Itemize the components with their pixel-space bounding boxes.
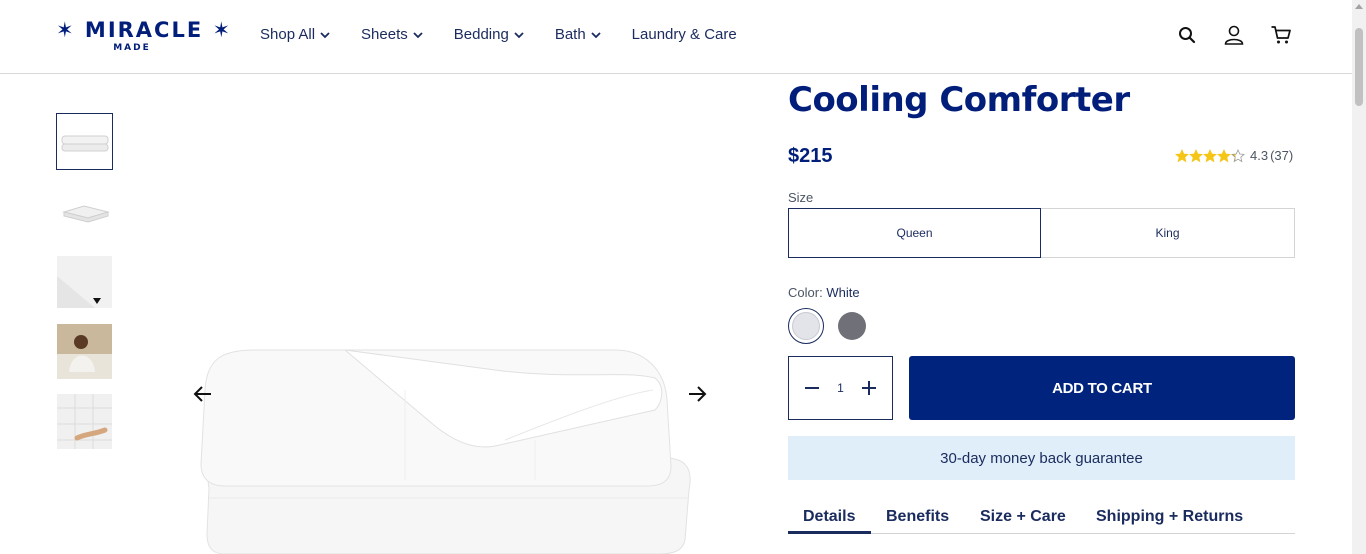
tab-shipping-returns[interactable]: Shipping + Returns [1096,508,1243,526]
star-icon [1217,148,1231,162]
search-button[interactable] [1174,22,1200,48]
brand-logo-sub: MADE [113,43,151,53]
comforter-folded-image [61,135,108,151]
star-icon [1231,148,1245,162]
color-value: White [826,285,860,300]
tab-details[interactable]: Details [803,508,855,526]
product-price: $215 [788,145,833,167]
comforter-closeup-image [57,255,112,308]
star-icon [1175,148,1189,162]
quantity-value[interactable]: 1 [837,381,844,395]
product-title: Cooling Comforter [788,80,1130,120]
header-actions [1174,22,1315,48]
prev-image-button[interactable] [191,382,215,406]
rating-stars [1175,148,1245,163]
scroll-up-arrow[interactable] [1355,4,1363,9]
increase-quantity-button[interactable] [860,379,878,397]
plus-icon [862,381,876,395]
account-button[interactable] [1221,22,1247,48]
brand-logo-wordmark: ✶ MIRACLE ✶ [56,18,233,42]
brand-logo[interactable]: ✶ MIRACLE ✶ MADE [56,18,233,58]
product-tabs: Details Benefits Size + Care Shipping + … [788,500,1295,534]
size-label: Size [788,190,814,205]
cart-button[interactable] [1268,22,1294,48]
page-scrollbar[interactable] [1352,0,1366,554]
chevron-down-icon [591,31,601,38]
minus-icon [805,387,819,389]
rating-count: (37) [1270,148,1294,163]
nav-item-laundry-care[interactable]: Laundry & Care [632,26,737,43]
nav-item-shop-all[interactable]: Shop All [260,26,331,43]
color-swatch-white[interactable] [788,308,824,344]
guarantee-banner: 30-day money back guarantee [788,436,1295,480]
product-rating[interactable]: 4.3 (37) [1175,148,1293,163]
search-icon [1179,27,1196,44]
thumbnail-2[interactable] [56,183,113,240]
color-swatch-gray[interactable] [838,312,866,340]
tab-benefits[interactable]: Benefits [886,508,949,526]
color-label: Color: White [788,285,860,300]
arrow-left-icon [193,386,211,402]
comforter-hand-image [57,394,112,449]
star-icon: ✶ [56,18,76,42]
comforter-image [200,349,691,554]
site-header: ✶ MIRACLE ✶ MADE Shop All Sheets Bedding… [0,0,1352,74]
thumbnail-4[interactable] [56,323,113,380]
next-image-button[interactable] [685,382,709,406]
nav-item-sheets[interactable]: Sheets [361,26,424,43]
quantity-stepper: 1 [788,356,893,420]
size-option-queen[interactable]: Queen [788,208,1041,258]
nav-item-bedding[interactable]: Bedding [454,26,525,43]
add-to-cart-button[interactable]: ADD TO CART [909,356,1295,420]
main-nav: Shop All Sheets Bedding Bath Laundry & C… [260,26,767,43]
thumbnail-3[interactable] [56,253,113,310]
main-product-image [193,330,707,554]
scroll-thumb[interactable] [1355,28,1363,106]
cart-icon [1271,26,1291,44]
thumbnail-5[interactable] [56,393,113,450]
decrease-quantity-button[interactable] [803,379,821,397]
star-icon [1203,148,1217,162]
account-icon [1224,25,1244,45]
chevron-down-icon [320,31,330,38]
chevron-down-icon [514,31,524,38]
lifestyle-photo-image [57,324,112,379]
star-icon [1189,148,1203,162]
swatch-fill [792,312,820,340]
product-thumbnails [56,113,113,463]
nav-item-bath[interactable]: Bath [555,26,602,43]
chevron-down-icon [413,31,423,38]
active-tab-indicator [788,531,871,534]
size-option-king[interactable]: King [1041,208,1295,258]
thumbnail-1[interactable] [56,113,113,170]
tab-size-care[interactable]: Size + Care [980,508,1066,526]
rating-value: 4.3 [1250,148,1269,163]
comforter-angled-image [61,204,110,223]
arrow-right-icon [689,386,707,402]
star-icon: ✶ [212,18,233,42]
